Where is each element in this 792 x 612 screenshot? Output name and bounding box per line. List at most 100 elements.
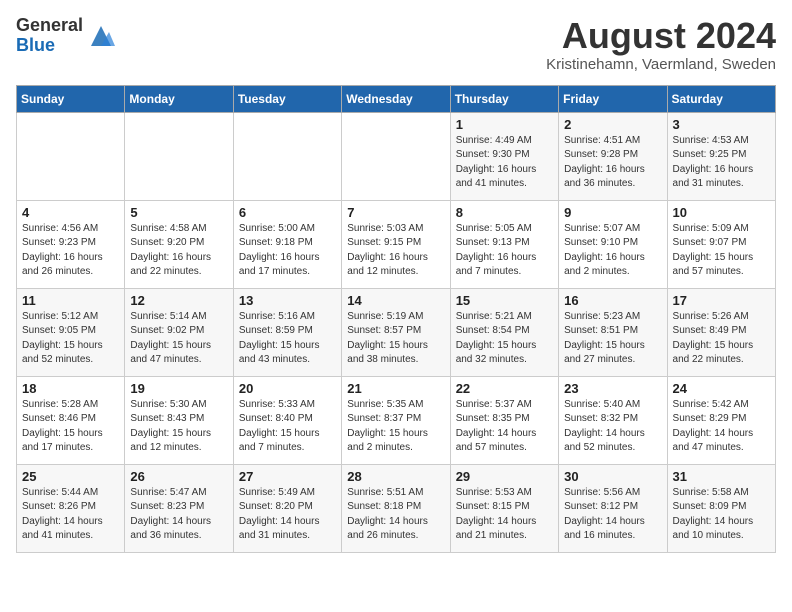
day-info: Sunrise: 5:49 AM Sunset: 8:20 PM Dayligh… xyxy=(239,486,336,544)
logo-icon xyxy=(87,22,115,50)
day-number: 28 xyxy=(347,469,444,484)
day-info: Sunrise: 5:33 AM Sunset: 8:40 PM Dayligh… xyxy=(239,398,336,456)
day-number: 21 xyxy=(347,381,444,396)
calendar-cell: 27 Sunrise: 5:49 AM Sunset: 8:20 PM Dayli… xyxy=(233,464,341,552)
page-header: General Blue August 2024 Kristinehamn, V… xyxy=(16,16,776,73)
day-number: 22 xyxy=(456,381,553,396)
calendar-cell: 8Sunrise: 5:05 AM Sunset: 9:13 PM Daylig… xyxy=(450,200,558,288)
calendar-cell: 24 Sunrise: 5:42 AM Sunset: 8:29 PM Dayli… xyxy=(667,376,775,464)
calendar-cell: 26Sunrise: 5:47 AM Sunset: 8:23 PM Dayli… xyxy=(125,464,233,552)
day-number: 27 xyxy=(239,469,336,484)
day-number: 16 xyxy=(564,293,661,308)
calendar-cell xyxy=(17,112,125,200)
day-number: 6 xyxy=(239,205,336,220)
calendar-table: SundayMondayTuesdayWednesdayThursdayFrid… xyxy=(16,85,776,553)
day-number: 9 xyxy=(564,205,661,220)
calendar-cell xyxy=(233,112,341,200)
calendar-week: 4Sunrise: 4:56 AM Sunset: 9:23 PM Daylig… xyxy=(17,200,776,288)
day-info: Sunrise: 5:28 AM Sunset: 8:46 PM Dayligh… xyxy=(22,398,119,456)
day-info: Sunrise: 5:30 AM Sunset: 8:43 PM Dayligh… xyxy=(130,398,227,456)
calendar-cell: 9 Sunrise: 5:07 AM Sunset: 9:10 PM Daylig… xyxy=(559,200,667,288)
day-info: Sunrise: 5:40 AM Sunset: 8:32 PM Dayligh… xyxy=(564,398,661,456)
calendar-cell: 14Sunrise: 5:19 AM Sunset: 8:57 PM Dayli… xyxy=(342,288,450,376)
day-info: Sunrise: 5:16 AM Sunset: 8:59 PM Dayligh… xyxy=(239,310,336,368)
day-number: 13 xyxy=(239,293,336,308)
calendar-cell: 29 Sunrise: 5:53 AM Sunset: 8:15 PM Dayli… xyxy=(450,464,558,552)
day-number: 11 xyxy=(22,293,119,308)
logo: General Blue xyxy=(16,16,115,56)
calendar-cell: 20 Sunrise: 5:33 AM Sunset: 8:40 PM Dayli… xyxy=(233,376,341,464)
calendar-cell: 21Sunrise: 5:35 AM Sunset: 8:37 PM Dayli… xyxy=(342,376,450,464)
header-day: Thursday xyxy=(450,85,558,112)
day-info: Sunrise: 5:03 AM Sunset: 9:15 PM Dayligh… xyxy=(347,222,444,280)
day-info: Sunrise: 5:56 AM Sunset: 8:12 PM Dayligh… xyxy=(564,486,661,544)
day-number: 23 xyxy=(564,381,661,396)
day-number: 15 xyxy=(456,293,553,308)
day-info: Sunrise: 4:51 AM Sunset: 9:28 PM Dayligh… xyxy=(564,134,661,192)
calendar-cell: 3 Sunrise: 4:53 AM Sunset: 9:25 PM Daylig… xyxy=(667,112,775,200)
day-info: Sunrise: 5:51 AM Sunset: 8:18 PM Dayligh… xyxy=(347,486,444,544)
day-number: 19 xyxy=(130,381,227,396)
day-number: 30 xyxy=(564,469,661,484)
header-day: Friday xyxy=(559,85,667,112)
calendar-cell: 18 Sunrise: 5:28 AM Sunset: 8:46 PM Dayli… xyxy=(17,376,125,464)
logo-text: General Blue xyxy=(16,16,83,56)
calendar-cell xyxy=(125,112,233,200)
calendar-cell: 22 Sunrise: 5:37 AM Sunset: 8:35 PM Dayli… xyxy=(450,376,558,464)
day-number: 14 xyxy=(347,293,444,308)
day-info: Sunrise: 5:26 AM Sunset: 8:49 PM Dayligh… xyxy=(673,310,770,368)
calendar-cell: 10 Sunrise: 5:09 AM Sunset: 9:07 PM Dayli… xyxy=(667,200,775,288)
calendar-cell: 4Sunrise: 4:56 AM Sunset: 9:23 PM Daylig… xyxy=(17,200,125,288)
day-number: 10 xyxy=(673,205,770,220)
day-number: 2 xyxy=(564,117,661,132)
day-info: Sunrise: 5:23 AM Sunset: 8:51 PM Dayligh… xyxy=(564,310,661,368)
day-number: 26 xyxy=(130,469,227,484)
day-info: Sunrise: 5:09 AM Sunset: 9:07 PM Dayligh… xyxy=(673,222,770,280)
day-info: Sunrise: 4:53 AM Sunset: 9:25 PM Dayligh… xyxy=(673,134,770,192)
calendar-cell: 13 Sunrise: 5:16 AM Sunset: 8:59 PM Dayli… xyxy=(233,288,341,376)
title-block: August 2024 Kristinehamn, Vaermland, Swe… xyxy=(546,16,776,73)
day-info: Sunrise: 5:44 AM Sunset: 8:26 PM Dayligh… xyxy=(22,486,119,544)
calendar-cell xyxy=(342,112,450,200)
day-info: Sunrise: 4:56 AM Sunset: 9:23 PM Dayligh… xyxy=(22,222,119,280)
day-info: Sunrise: 5:00 AM Sunset: 9:18 PM Dayligh… xyxy=(239,222,336,280)
calendar-cell: 28 Sunrise: 5:51 AM Sunset: 8:18 PM Dayli… xyxy=(342,464,450,552)
header-day: Sunday xyxy=(17,85,125,112)
calendar-cell: 6 Sunrise: 5:00 AM Sunset: 9:18 PM Daylig… xyxy=(233,200,341,288)
day-number: 25 xyxy=(22,469,119,484)
day-number: 29 xyxy=(456,469,553,484)
day-number: 8 xyxy=(456,205,553,220)
header-day: Monday xyxy=(125,85,233,112)
day-number: 7 xyxy=(347,205,444,220)
day-number: 3 xyxy=(673,117,770,132)
day-info: Sunrise: 5:12 AM Sunset: 9:05 PM Dayligh… xyxy=(22,310,119,368)
day-info: Sunrise: 5:53 AM Sunset: 8:15 PM Dayligh… xyxy=(456,486,553,544)
calendar-cell: 16 Sunrise: 5:23 AM Sunset: 8:51 PM Dayli… xyxy=(559,288,667,376)
month-title: August 2024 xyxy=(546,16,776,56)
calendar-week: 11 Sunrise: 5:12 AM Sunset: 9:05 PM Dayli… xyxy=(17,288,776,376)
day-number: 31 xyxy=(673,469,770,484)
day-info: Sunrise: 5:58 AM Sunset: 8:09 PM Dayligh… xyxy=(673,486,770,544)
day-number: 17 xyxy=(673,293,770,308)
header-row: SundayMondayTuesdayWednesdayThursdayFrid… xyxy=(17,85,776,112)
calendar-cell: 19 Sunrise: 5:30 AM Sunset: 8:43 PM Dayli… xyxy=(125,376,233,464)
day-number: 24 xyxy=(673,381,770,396)
calendar-cell: 2 Sunrise: 4:51 AM Sunset: 9:28 PM Daylig… xyxy=(559,112,667,200)
day-info: Sunrise: 5:07 AM Sunset: 9:10 PM Dayligh… xyxy=(564,222,661,280)
day-number: 12 xyxy=(130,293,227,308)
calendar-week: 18 Sunrise: 5:28 AM Sunset: 8:46 PM Dayli… xyxy=(17,376,776,464)
calendar-cell: 30 Sunrise: 5:56 AM Sunset: 8:12 PM Dayli… xyxy=(559,464,667,552)
logo-blue: Blue xyxy=(16,36,83,56)
header-day: Saturday xyxy=(667,85,775,112)
calendar-cell: 31 Sunrise: 5:58 AM Sunset: 8:09 PM Dayli… xyxy=(667,464,775,552)
day-number: 18 xyxy=(22,381,119,396)
calendar-cell: 11 Sunrise: 5:12 AM Sunset: 9:05 PM Dayli… xyxy=(17,288,125,376)
day-number: 20 xyxy=(239,381,336,396)
location: Kristinehamn, Vaermland, Sweden xyxy=(546,56,776,73)
day-info: Sunrise: 5:37 AM Sunset: 8:35 PM Dayligh… xyxy=(456,398,553,456)
day-number: 5 xyxy=(130,205,227,220)
header-day: Wednesday xyxy=(342,85,450,112)
day-info: Sunrise: 5:21 AM Sunset: 8:54 PM Dayligh… xyxy=(456,310,553,368)
day-info: Sunrise: 5:42 AM Sunset: 8:29 PM Dayligh… xyxy=(673,398,770,456)
day-number: 1 xyxy=(456,117,553,132)
